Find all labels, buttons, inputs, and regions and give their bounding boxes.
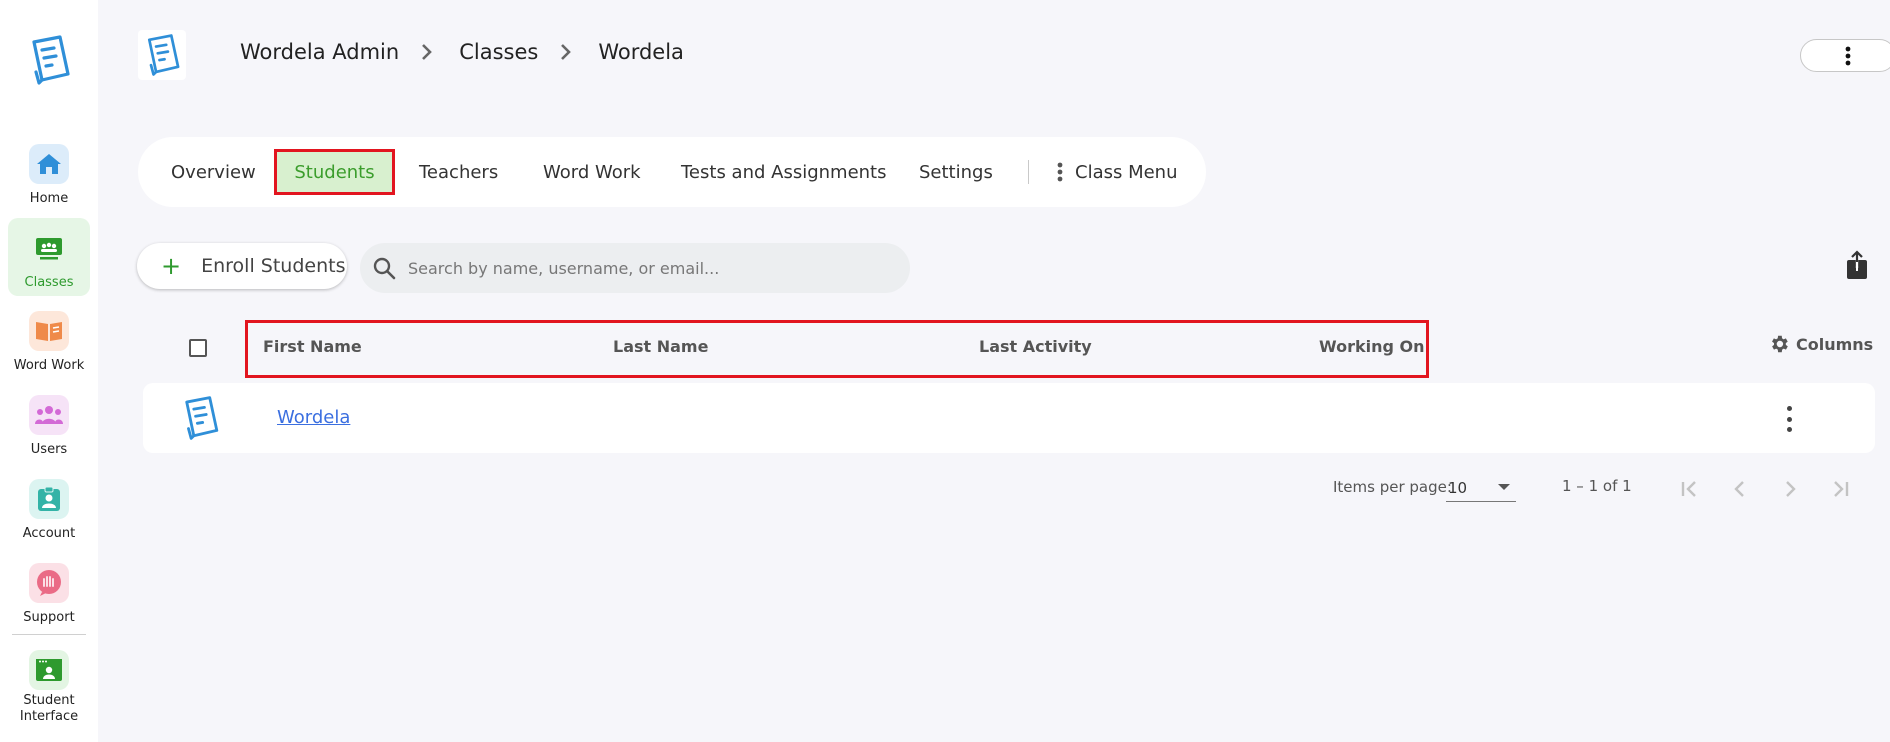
tab-tests-and-assignments[interactable]: Tests and Assignments bbox=[681, 149, 887, 195]
support-bubble-icon bbox=[29, 563, 69, 603]
id-badge-icon bbox=[29, 479, 69, 519]
sidebar-item-classes[interactable]: Classes bbox=[8, 218, 90, 296]
chevron-right-icon bbox=[1786, 481, 1796, 497]
breadcrumb: Wordela Admin Classes Wordela bbox=[240, 40, 684, 64]
chevron-left-icon bbox=[1734, 481, 1744, 497]
tab-label: Word Work bbox=[543, 161, 641, 183]
select-all-checkbox[interactable] bbox=[189, 339, 207, 357]
caret-down-icon bbox=[1498, 484, 1510, 490]
first-page-icon bbox=[1681, 481, 1696, 497]
last-page-button[interactable] bbox=[1819, 468, 1861, 510]
avatar bbox=[185, 396, 219, 440]
column-header-first-name[interactable]: First Name bbox=[263, 337, 362, 356]
previous-page-button[interactable] bbox=[1719, 468, 1761, 510]
page-more-button[interactable] bbox=[1800, 39, 1890, 72]
items-per-page-value: 10 bbox=[1448, 478, 1468, 497]
first-page-button[interactable] bbox=[1669, 468, 1711, 510]
column-header-working-on[interactable]: Working On bbox=[1319, 337, 1425, 356]
last-page-icon bbox=[1834, 481, 1849, 497]
sidebar-item-support[interactable]: Support bbox=[8, 553, 90, 631]
sidebar-item-account[interactable]: Account bbox=[8, 469, 90, 547]
sidebar-item-label: Users bbox=[30, 442, 68, 457]
tab-label: Students bbox=[294, 161, 375, 183]
sidebar-item-label: Student Interface bbox=[19, 693, 79, 724]
enroll-students-label: Enroll Students bbox=[201, 255, 346, 277]
home-icon bbox=[29, 144, 69, 184]
sidebar: Home Classes Word Work Users Account Sup… bbox=[0, 0, 98, 742]
student-window-icon bbox=[29, 650, 69, 690]
book-icon bbox=[29, 311, 69, 351]
tab-label: Overview bbox=[171, 161, 256, 183]
plus-icon: + bbox=[161, 252, 182, 280]
column-header-highlight bbox=[245, 320, 1429, 378]
tab-label: Settings bbox=[919, 161, 993, 183]
tab-word-work[interactable]: Word Work bbox=[543, 149, 641, 195]
breadcrumb-item-classes[interactable]: Classes bbox=[459, 40, 538, 64]
search-icon bbox=[372, 256, 396, 280]
tab-students[interactable]: Students bbox=[274, 149, 395, 195]
tab-class-menu[interactable]: Class Menu bbox=[1057, 149, 1178, 195]
breadcrumb-item-current: Wordela bbox=[598, 40, 684, 64]
tab-label: Class Menu bbox=[1075, 161, 1178, 183]
sidebar-item-word-work[interactable]: Word Work bbox=[8, 301, 90, 379]
class-tabs: Overview Students Teachers Word Work Tes… bbox=[138, 137, 1206, 207]
student-first-name-link[interactable]: Wordela bbox=[277, 407, 350, 428]
breadcrumb-item-admin[interactable]: Wordela Admin bbox=[240, 40, 399, 64]
sidebar-item-home[interactable]: Home bbox=[8, 134, 90, 212]
sidebar-item-student-interface[interactable]: Student Interface bbox=[8, 644, 90, 736]
row-more-button[interactable] bbox=[1783, 406, 1795, 432]
more-vertical-icon-dot bbox=[1786, 427, 1792, 432]
more-vertical-icon-dot bbox=[1786, 416, 1792, 422]
more-vertical-icon bbox=[1786, 406, 1792, 411]
wordela-logo-icon[interactable] bbox=[26, 34, 72, 86]
sidebar-item-label: Word Work bbox=[13, 358, 85, 373]
tab-teachers[interactable]: Teachers bbox=[419, 149, 498, 195]
tab-settings[interactable]: Settings bbox=[919, 149, 993, 195]
chevron-right-icon bbox=[560, 43, 572, 61]
tab-label: Teachers bbox=[419, 161, 499, 183]
gear-icon bbox=[1772, 335, 1788, 353]
column-header-last-activity[interactable]: Last Activity bbox=[979, 337, 1092, 356]
sidebar-item-label: Home bbox=[29, 191, 69, 206]
columns-label: Columns bbox=[1796, 334, 1874, 354]
sidebar-divider bbox=[12, 634, 86, 635]
export-icon[interactable] bbox=[1846, 250, 1868, 280]
enroll-students-button[interactable]: + Enroll Students bbox=[137, 243, 347, 289]
sidebar-item-label: Support bbox=[23, 610, 75, 625]
sidebar-item-label: Classes bbox=[24, 275, 74, 290]
tab-divider bbox=[1028, 160, 1029, 184]
wordela-logo-icon bbox=[147, 34, 180, 76]
tab-label: Tests and Assignments bbox=[681, 161, 887, 183]
sidebar-item-users[interactable]: Users bbox=[8, 385, 90, 463]
column-header-last-name[interactable]: Last Name bbox=[613, 337, 708, 356]
more-vertical-icon bbox=[1057, 162, 1063, 182]
columns-button[interactable]: Columns bbox=[1768, 333, 1873, 355]
tab-overview[interactable]: Overview bbox=[171, 149, 256, 195]
chevron-right-icon bbox=[421, 43, 433, 61]
users-icon bbox=[29, 395, 69, 435]
table-row[interactable]: Wordela bbox=[143, 383, 1875, 453]
items-per-page-select[interactable]: 10 bbox=[1446, 474, 1516, 502]
student-search bbox=[360, 243, 910, 293]
class-logo bbox=[138, 30, 186, 80]
sidebar-item-label: Account bbox=[22, 526, 76, 541]
more-vertical-icon bbox=[1845, 46, 1851, 65]
search-input[interactable] bbox=[408, 258, 878, 278]
next-page-button[interactable] bbox=[1769, 468, 1811, 510]
items-per-page-label: Items per page: bbox=[1333, 478, 1452, 496]
page-range: 1 – 1 of 1 bbox=[1562, 477, 1632, 495]
classroom-icon bbox=[29, 228, 69, 268]
